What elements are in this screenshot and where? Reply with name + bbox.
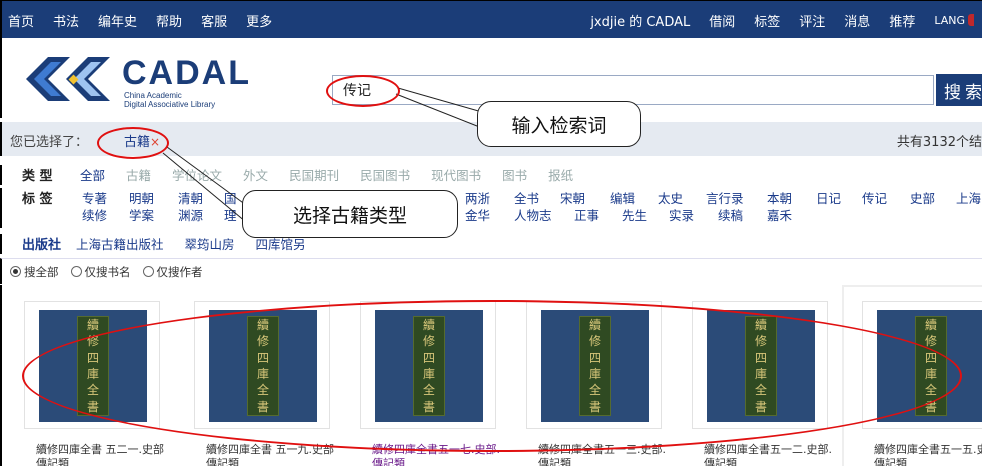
scope-title-radio[interactable]: 仅搜书名	[70, 264, 131, 280]
logo-subtitle-1: China Academic	[124, 91, 182, 100]
scope-all-label: 搜全部	[24, 264, 59, 279]
nav-borrow[interactable]: 借阅	[709, 11, 735, 30]
results-highlight-ellipse	[22, 300, 962, 452]
cover-glyph: 修	[924, 334, 937, 349]
tag-item[interactable]: 史部	[910, 188, 935, 207]
book-title-line1: 續修四庫全書 五二一.史部	[36, 443, 164, 456]
tag-item[interactable]: 理	[224, 205, 237, 224]
top-nav-bar: 首页 书法 编年史 帮助 客服 更多 jxdjie 的 CADAL 借阅 标签 …	[0, 0, 982, 38]
cadal-logo[interactable]: CADAL China Academic Digital Associative…	[14, 46, 284, 112]
type-books[interactable]: 图书	[502, 165, 527, 184]
nav-calligraphy[interactable]: 书法	[53, 11, 79, 30]
tag-item[interactable]: 学案	[129, 205, 154, 224]
nav-lang[interactable]: LANG	[934, 14, 965, 27]
nav-messages[interactable]: 消息	[844, 11, 870, 30]
tag-item[interactable]: 嘉禾	[767, 205, 792, 224]
publisher-item[interactable]: 翠筠山房	[185, 234, 235, 253]
tag-filter-label: 标 签	[22, 192, 53, 207]
tag-item[interactable]: 渊源	[178, 205, 203, 224]
book-title-line1: 續修四庫全書五一二.史部.	[704, 443, 832, 456]
radio-icon[interactable]	[70, 266, 82, 277]
nav-home[interactable]: 首页	[8, 11, 34, 30]
type-foreign[interactable]: 外文	[243, 165, 268, 184]
publisher-filter-row: 出版社 上海古籍出版社 翠筠山房 四库馆另	[0, 234, 982, 254]
ancient-tag-highlight-ellipse	[97, 127, 169, 159]
scope-author-label: 仅搜作者	[156, 264, 203, 279]
logo-mark-icon	[26, 57, 110, 101]
type-filter-label: 类 型	[22, 169, 53, 184]
scope-all-radio[interactable]: 搜全部	[10, 264, 59, 280]
search-term-highlight-ellipse	[326, 75, 400, 107]
search-button[interactable]: 搜索	[936, 74, 982, 106]
book-title-link[interactable]: 續修四庫全書五一五.史部傳記類	[874, 443, 982, 466]
type-republic-books[interactable]: 民国图书	[360, 165, 410, 184]
tag-item[interactable]: 上海	[956, 188, 981, 207]
tag-item[interactable]: 传记	[862, 188, 887, 207]
search-input[interactable]	[332, 75, 934, 105]
tag-item[interactable]: 续修	[82, 205, 107, 224]
book-title-link[interactable]: 續修四庫全書五一二.史部. 傳記類	[704, 443, 854, 466]
search-scope-row: 搜全部 仅搜书名 仅搜作者	[0, 258, 982, 284]
top-nav-right: jxdjie 的 CADAL 借阅 标签 评注 消息 推荐 LANG	[571, 1, 974, 39]
tag-item[interactable]: 日记	[816, 188, 841, 207]
logo-wordmark: CADAL	[122, 54, 251, 92]
nav-help[interactable]: 帮助	[156, 11, 182, 30]
cover-glyph: 續	[924, 318, 937, 333]
nav-comments[interactable]: 评注	[799, 11, 825, 30]
book-title-line2: 傳記類	[36, 457, 69, 466]
lang-flag-icon[interactable]	[968, 14, 974, 26]
book-title-line1: 續修四庫全書五一五.史部	[874, 443, 982, 456]
cover-glyph: 續	[86, 318, 99, 333]
nav-more[interactable]: 更多	[246, 11, 272, 30]
nav-recommend[interactable]: 推荐	[889, 11, 915, 30]
book-title-line2: 傳記類	[704, 457, 737, 466]
type-all[interactable]: 全部	[80, 165, 105, 184]
logo-subtitle-2: Digital Associative Library	[124, 100, 215, 109]
type-ancient-books[interactable]: 古籍	[126, 165, 151, 184]
type-modern-books[interactable]: 现代图书	[431, 165, 481, 184]
tag-item[interactable]: 续稿	[718, 205, 743, 224]
book-title-link[interactable]: 續修四庫全書 五二一.史部 傳記類	[36, 443, 186, 466]
type-thesis[interactable]: 学位论文	[172, 165, 222, 184]
tag-item[interactable]: 金华	[465, 205, 490, 224]
tag-item[interactable]: 先生	[622, 205, 647, 224]
tag-item[interactable]: 实录	[669, 205, 694, 224]
publisher-item[interactable]: 上海古籍出版社	[76, 234, 164, 253]
book-title-line2: 傳記類	[206, 457, 239, 466]
book-title-line2: 傳記類	[874, 457, 907, 466]
callout-select-type: 选择古籍类型	[242, 190, 458, 238]
nav-support[interactable]: 客服	[201, 11, 227, 30]
book-title-line2: 傳記類	[538, 457, 571, 466]
scope-author-radio[interactable]: 仅搜作者	[142, 264, 203, 280]
type-filter-row: 类 型 全部 古籍 学位论文 外文 民国期刊 民国图书 现代图书 图书 报纸	[0, 165, 982, 185]
book-title-line2: 傳記類	[372, 457, 405, 466]
nav-my-cadal[interactable]: jxdjie 的 CADAL	[590, 11, 690, 30]
type-republic-periodicals[interactable]: 民国期刊	[289, 165, 339, 184]
top-nav-left: 首页 书法 编年史 帮助 客服 更多	[8, 1, 291, 39]
callout-enter-keyword: 输入检索词	[477, 101, 641, 147]
radio-selected-icon[interactable]	[10, 266, 21, 277]
nav-chronicle[interactable]: 编年史	[98, 11, 137, 30]
radio-icon[interactable]	[142, 266, 154, 277]
selection-label: 您已选择了：	[10, 135, 89, 150]
nav-tags[interactable]: 标签	[754, 11, 780, 30]
tag-item[interactable]: 正事	[574, 205, 599, 224]
publisher-filter-label: 出版社	[22, 238, 62, 253]
tag-filter-row: 标 签 专著 明朝 清朝 国 两浙 全书 宋朝 编辑 太史 言行录 本朝 日记 …	[0, 188, 982, 228]
scope-title-label: 仅搜书名	[84, 264, 131, 279]
result-count: 共有3132个结	[896, 135, 982, 150]
type-newspapers[interactable]: 报纸	[548, 165, 573, 184]
tag-item[interactable]: 人物志	[514, 205, 552, 224]
